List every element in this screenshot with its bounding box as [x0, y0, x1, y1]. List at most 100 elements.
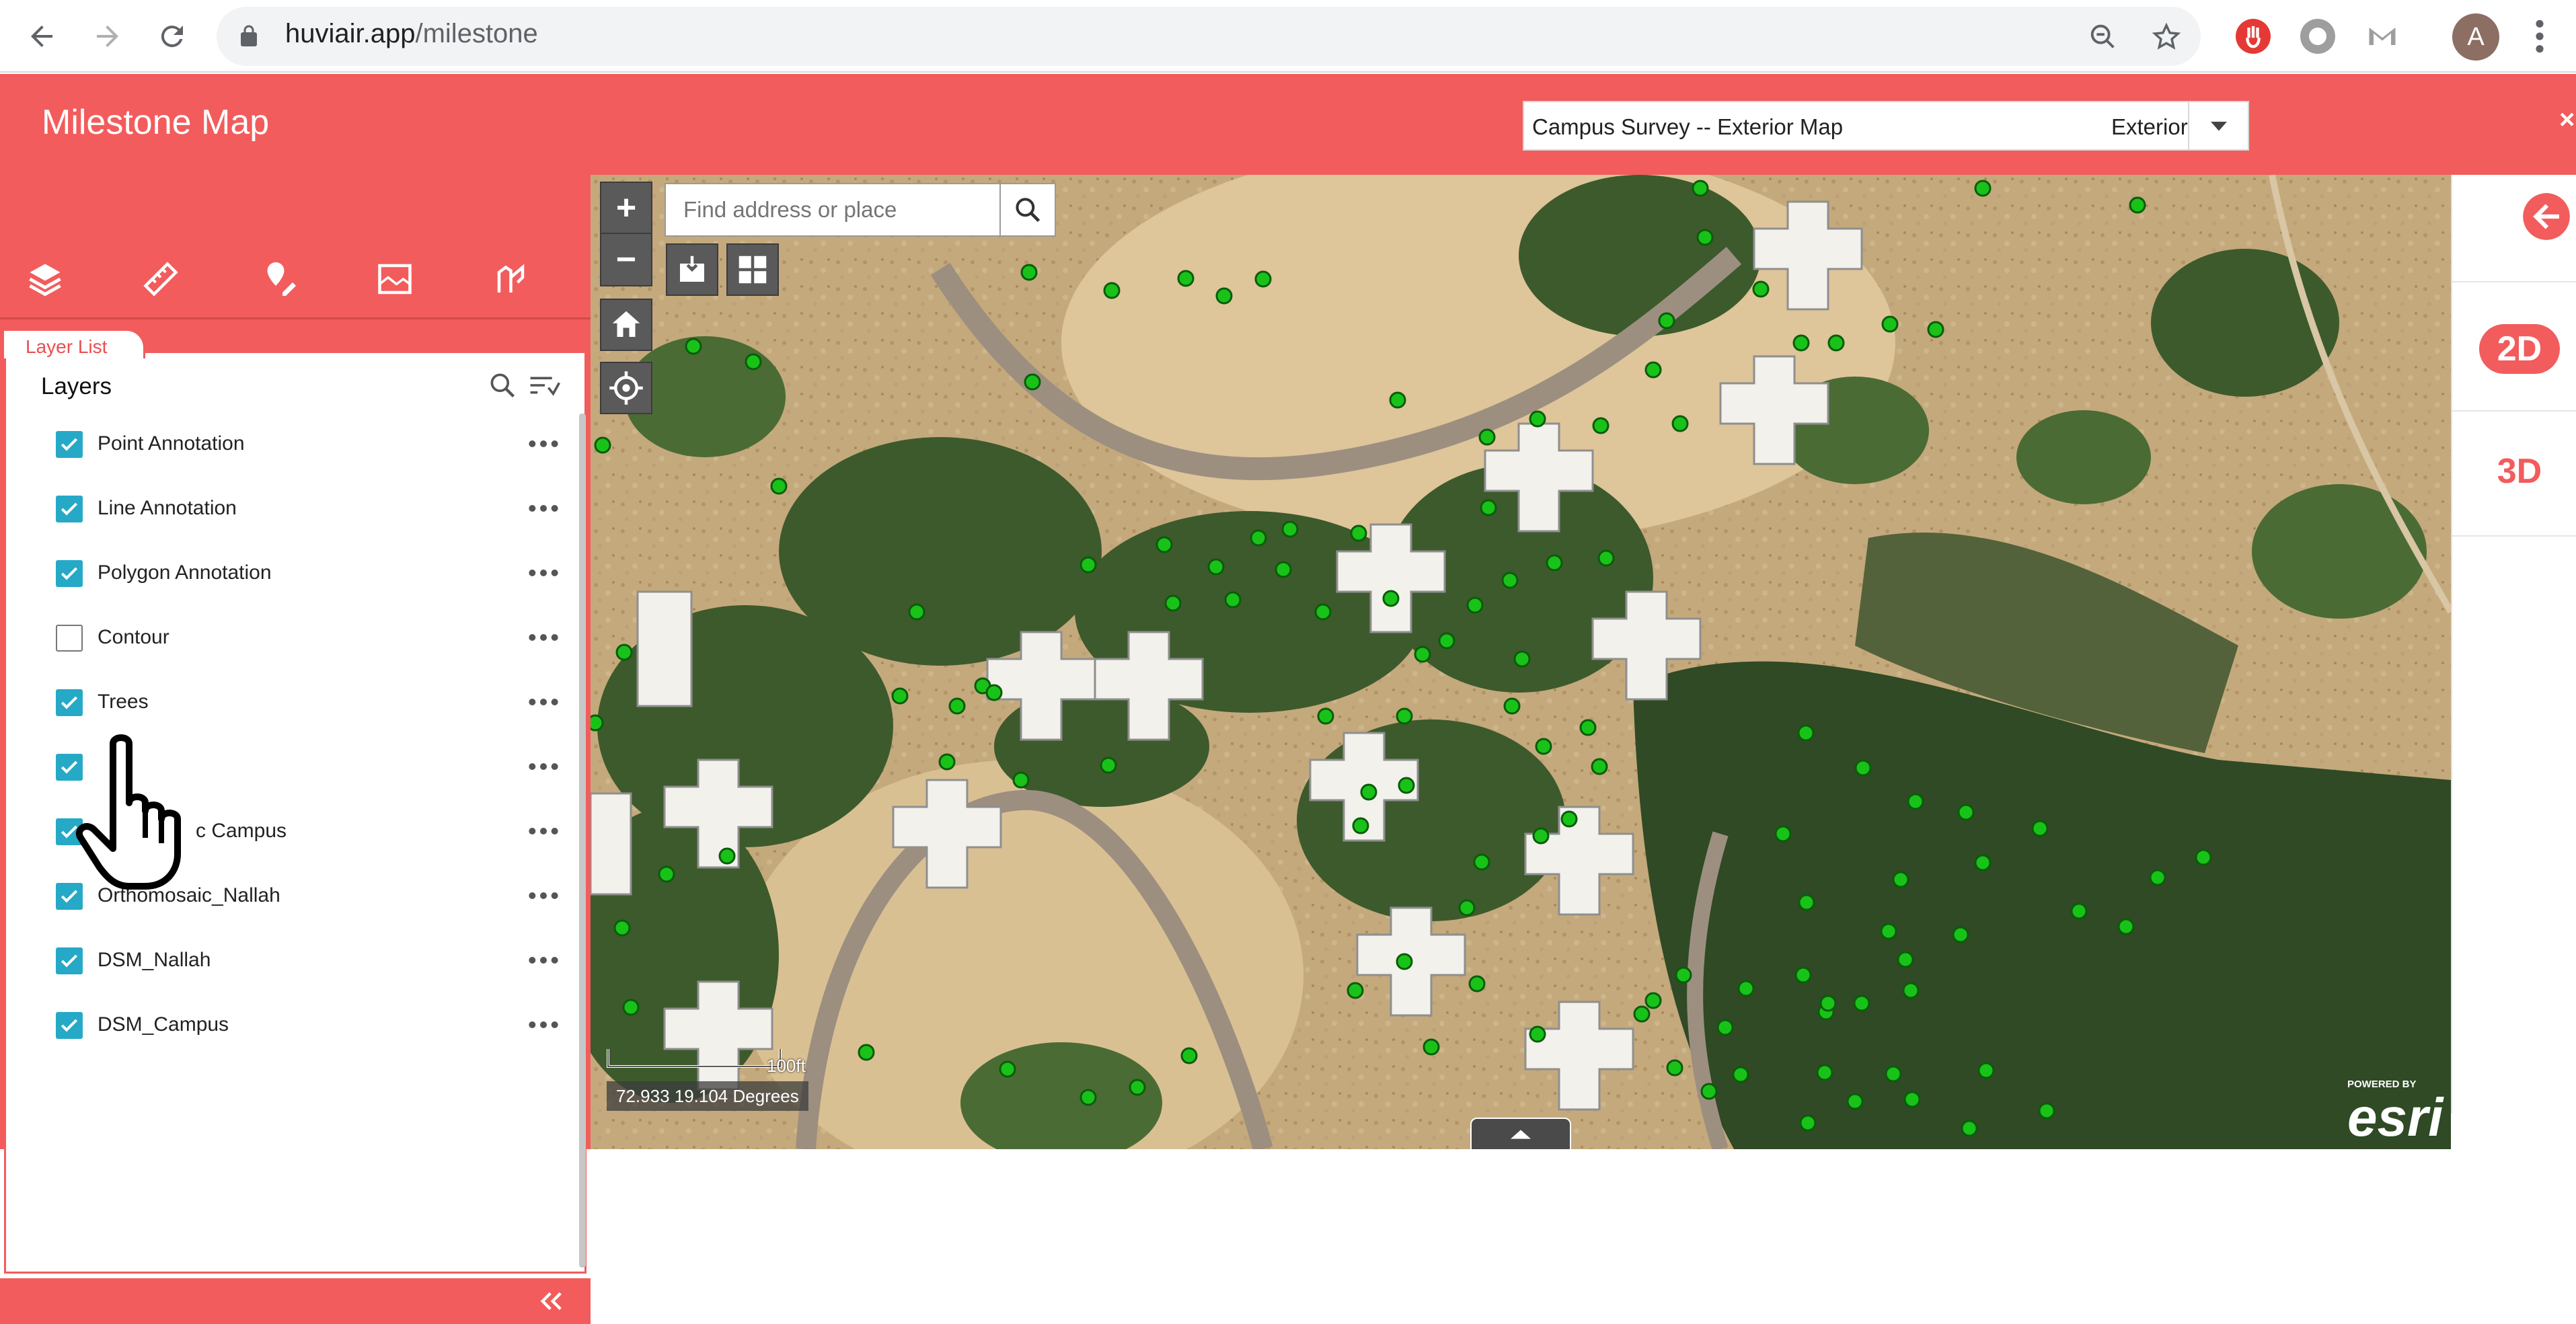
extension-circle-icon[interactable] — [2300, 19, 2335, 54]
attribution-toggle[interactable] — [1470, 1118, 1571, 1149]
home-button[interactable] — [600, 299, 652, 351]
layer-row-dsm-campus[interactable]: DSM_Campus — [46, 1000, 564, 1047]
more-options-icon[interactable] — [527, 498, 560, 518]
zoom-out-page-icon[interactable] — [2088, 22, 2119, 52]
left-panel-footer — [0, 1278, 591, 1324]
browser-menu-icon[interactable] — [2532, 17, 2548, 55]
map-selector[interactable]: Campus Survey -- Exterior Map Exterior — [1523, 101, 2249, 151]
layer-row-polygon-annotation[interactable]: Polygon Annotation — [46, 548, 564, 595]
zoom-control: + − — [600, 182, 652, 286]
toolbar-divider — [0, 317, 591, 319]
home-icon — [612, 311, 640, 337]
app-header: Milestone Map Campus Survey -- Exterior … — [0, 74, 2576, 175]
forward-button[interactable] — [86, 15, 129, 58]
annotate-icon[interactable] — [486, 256, 533, 303]
layer-checkbox[interactable] — [56, 689, 83, 716]
layer-label: Point Annotation — [98, 432, 245, 455]
basemap-icon[interactable] — [371, 256, 418, 303]
layer-label: Contour — [98, 626, 169, 648]
measure-ruler-icon[interactable] — [137, 256, 184, 303]
search-input[interactable] — [666, 184, 999, 235]
layer-row-line-annotation[interactable]: Line Annotation — [46, 483, 564, 531]
layers-icon[interactable] — [22, 256, 69, 303]
map-selector-label: Campus Survey -- Exterior Map — [1532, 114, 1844, 139]
more-options-icon[interactable] — [527, 1015, 560, 1035]
more-options-icon[interactable] — [527, 563, 560, 583]
more-options-icon[interactable] — [527, 950, 560, 970]
back-circle-arrow-icon[interactable] — [2521, 191, 2572, 242]
layer-label: Trees — [98, 691, 149, 713]
profile-avatar[interactable]: A — [2452, 13, 2499, 61]
layer-label: DSM_Nallah — [98, 949, 211, 971]
layers-title: Layers — [41, 373, 112, 399]
close-icon[interactable]: × — [2559, 105, 2575, 135]
tab-layer-list-label: Layer List — [26, 336, 108, 357]
layer-label: Line Annotation — [98, 497, 237, 519]
layer-checkbox[interactable] — [56, 431, 83, 458]
map-view[interactable]: + − 100ft 72.933 19.104 Degrees POWERED … — [591, 175, 2451, 1149]
app-title: Milestone Map — [42, 103, 270, 142]
draw-marker-icon[interactable] — [256, 256, 303, 303]
extension-adblock-icon[interactable] — [2236, 19, 2271, 54]
right-panel-divider — [2452, 535, 2576, 537]
layer-label: Polygon Annotation — [98, 561, 272, 584]
layer-checkbox[interactable] — [56, 496, 83, 522]
reload-button[interactable] — [151, 15, 194, 58]
locate-crosshair-icon — [609, 371, 643, 405]
address-search — [665, 183, 1001, 237]
add-data-icon — [680, 256, 704, 282]
more-options-icon[interactable] — [527, 692, 560, 712]
chevron-up-icon — [1511, 1130, 1531, 1139]
back-button[interactable] — [20, 15, 63, 58]
aerial-imagery — [591, 175, 2451, 1149]
address-bar[interactable]: huviair.app/milestone — [217, 7, 2201, 66]
mode-3d-button[interactable]: 3D — [2479, 446, 2560, 496]
layer-checkbox[interactable] — [56, 947, 83, 974]
browser-toolbar: huviair.app/milestone A — [0, 0, 2576, 73]
layer-checkbox[interactable] — [56, 625, 83, 652]
url-host: huviair.app — [285, 19, 416, 48]
locate-button[interactable] — [600, 362, 652, 414]
more-options-icon[interactable] — [527, 886, 560, 906]
lock-icon — [241, 25, 257, 46]
layer-checkbox[interactable] — [56, 560, 83, 587]
reload-icon — [161, 26, 183, 48]
layer-row-trees[interactable]: Trees — [46, 677, 564, 724]
mode-2d-button[interactable]: 2D — [2479, 324, 2560, 374]
back-arrow-icon — [31, 26, 52, 47]
layer-label: c Campus — [196, 820, 287, 842]
layer-list-scrollbar[interactable] — [579, 414, 586, 1268]
url-path: /milestone — [415, 19, 538, 48]
tab-layer-list[interactable]: Layer List — [4, 329, 145, 358]
chevron-down-icon[interactable] — [2188, 102, 2248, 149]
right-panel-divider — [2452, 410, 2576, 412]
forward-arrow-icon — [97, 26, 118, 47]
more-options-icon[interactable] — [527, 756, 560, 777]
scale-label: 100ft — [767, 1056, 806, 1076]
basemap-gallery-button[interactable] — [726, 243, 779, 296]
layer-row-contour[interactable]: Contour — [46, 613, 564, 660]
layer-label: DSM_Campus — [98, 1013, 229, 1036]
hand-pointer-cursor-icon — [76, 734, 181, 890]
search-icon[interactable] — [488, 371, 517, 400]
layer-row-dsm-nallah[interactable]: DSM_Nallah — [46, 935, 564, 982]
widget-toolbar — [0, 175, 591, 319]
left-panel: Layer List Layers Point Annotation Line … — [0, 175, 591, 1324]
zoom-out-button[interactable]: − — [601, 234, 651, 285]
esri-logo[interactable]: esri — [2347, 1087, 2443, 1148]
collapse-panel-icon[interactable] — [538, 1289, 565, 1313]
zoom-in-button[interactable]: + — [601, 183, 651, 234]
right-panel-divider — [2452, 281, 2576, 282]
layer-checkbox[interactable] — [56, 1012, 83, 1039]
search-button[interactable] — [999, 183, 1056, 237]
more-options-icon[interactable] — [527, 434, 560, 454]
layer-row-point-annotation[interactable]: Point Annotation — [46, 419, 564, 466]
more-options-icon[interactable] — [527, 821, 560, 841]
bookmark-star-icon[interactable] — [2151, 22, 2182, 52]
more-options-icon[interactable] — [527, 627, 560, 648]
add-data-button[interactable] — [666, 243, 718, 296]
filter-list-icon[interactable] — [528, 371, 562, 400]
extension-gmail-icon[interactable] — [2365, 19, 2400, 54]
coordinates-readout: 72.933 19.104 Degrees — [607, 1081, 808, 1111]
right-panel: 2D 3D — [2451, 175, 2576, 1114]
